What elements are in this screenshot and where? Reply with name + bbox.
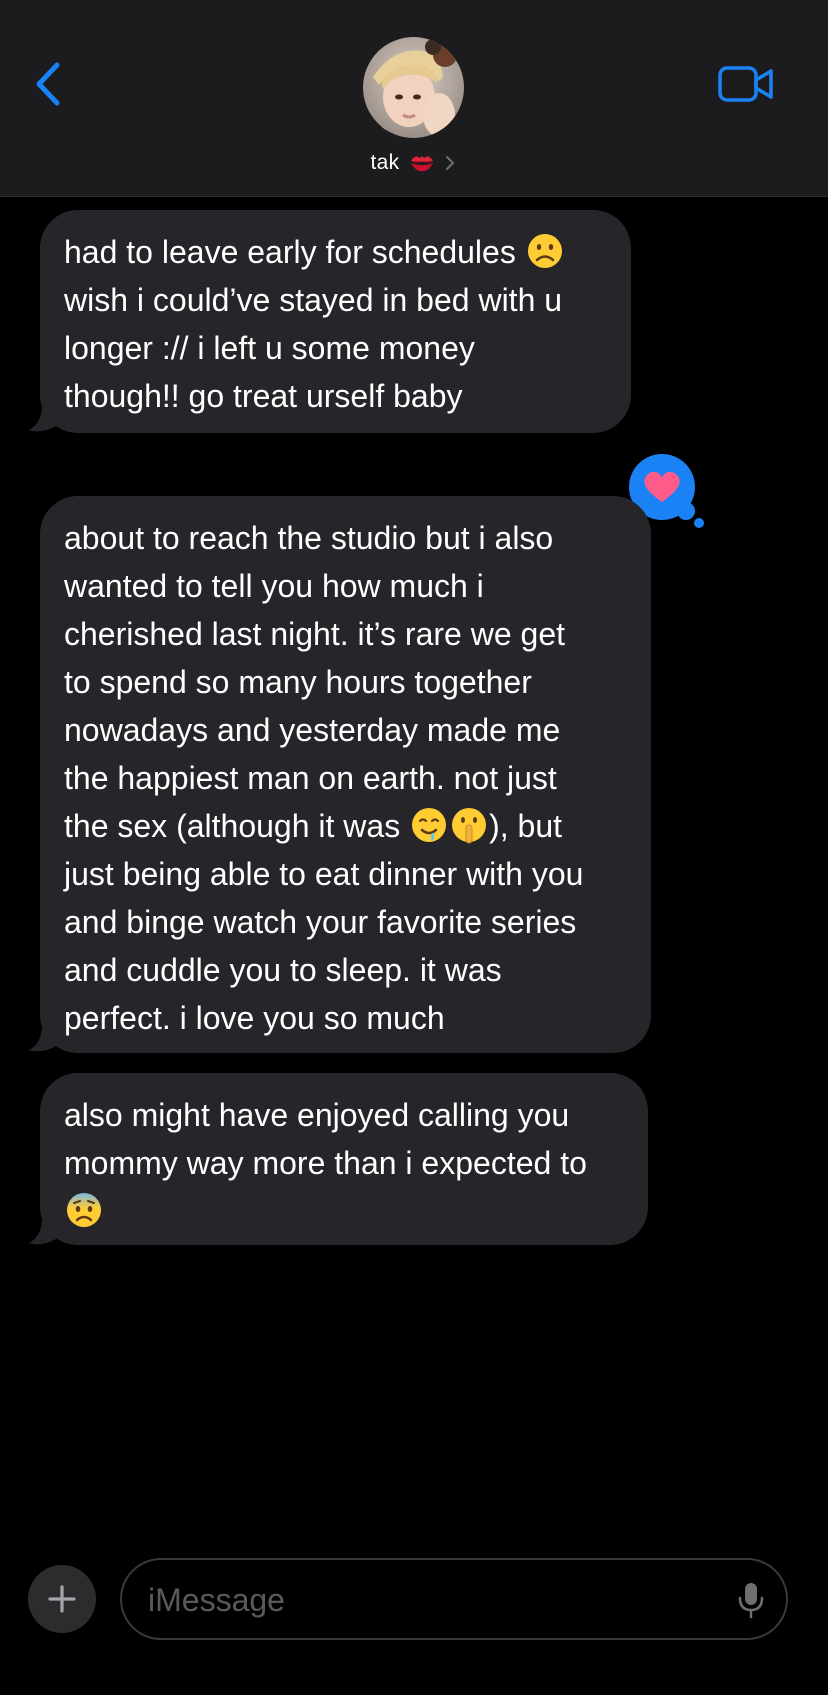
apps-plus-button[interactable]: [28, 1565, 96, 1633]
frowning-face-emoji-icon: [526, 232, 564, 270]
message-line: the happiest man on earth. not just: [64, 760, 557, 796]
message-text: had to leave early for schedules wish i …: [64, 228, 607, 420]
message-line: also might have enjoyed calling you: [64, 1097, 570, 1133]
message-bubble[interactable]: also might have enjoyed calling you momm…: [40, 1073, 648, 1245]
video-call-button[interactable]: [716, 62, 776, 106]
message-line: ), but: [489, 808, 562, 844]
drooling-face-emoji-icon: [410, 806, 448, 844]
message-line: had to leave early for schedules: [64, 234, 525, 270]
contact-avatar[interactable]: [363, 37, 464, 138]
chevron-left-icon: [36, 62, 60, 106]
message-line: and cuddle you to sleep. it was: [64, 952, 502, 988]
message-text: about to reach the studio but i also wan…: [64, 514, 627, 1042]
contact-name-row[interactable]: tak: [0, 148, 828, 178]
shushing-face-emoji-icon: [450, 806, 488, 844]
fearful-face-emoji-icon: [65, 1191, 103, 1229]
message-line: to spend so many hours together: [64, 664, 532, 700]
message-line: just being able to eat dinner with you: [64, 856, 584, 892]
message-line: though!! go treat urself baby: [64, 378, 463, 414]
avatar-photo: [363, 37, 464, 138]
conversation-header: tak: [0, 0, 828, 197]
dictation-button[interactable]: [736, 1580, 766, 1620]
video-camera-icon: [718, 66, 773, 102]
message-line: mommy way more than i expected to: [64, 1145, 587, 1181]
message-line: longer :// i left u some money: [64, 330, 475, 366]
message-line: perfect. i love you so much: [64, 1000, 445, 1036]
kiss-mark-icon: [409, 152, 435, 174]
contact-name: tak: [370, 151, 400, 174]
back-button[interactable]: [28, 56, 68, 112]
message-line: nowadays and yesterday made me: [64, 712, 561, 748]
message-line: wanted to tell you how much i: [64, 568, 484, 604]
message-line: about to reach the studio but i also: [64, 520, 554, 556]
message-bubble[interactable]: had to leave early for schedules wish i …: [40, 210, 631, 433]
chevron-right-icon: [443, 152, 457, 174]
message-line: cherished last night. it’s rare we get: [64, 616, 565, 652]
message-line: the sex (although it was: [64, 808, 410, 844]
plus-icon: [48, 1585, 76, 1613]
message-input[interactable]: [146, 1560, 710, 1640]
message-bubble[interactable]: about to reach the studio but i also wan…: [40, 496, 651, 1053]
message-line: wish i could’ve stayed in bed with u: [64, 282, 563, 318]
message-input-container: [120, 1558, 788, 1640]
message-text: also might have enjoyed calling you momm…: [64, 1091, 624, 1235]
message-line: and binge watch your favorite series: [64, 904, 577, 940]
microphone-icon: [738, 1583, 764, 1619]
